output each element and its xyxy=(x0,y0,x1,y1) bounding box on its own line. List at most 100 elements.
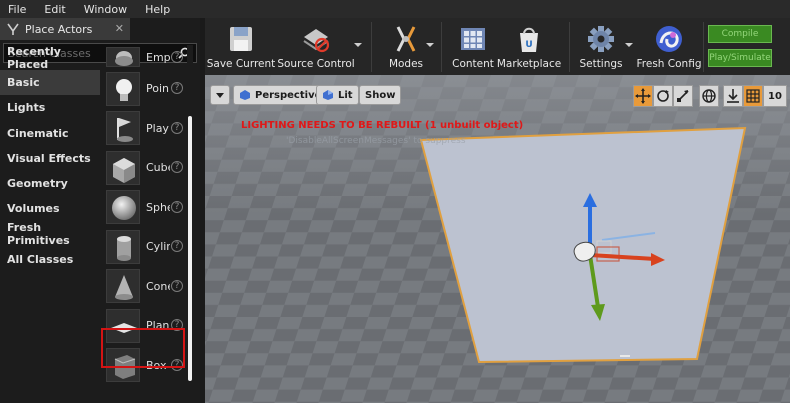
rotate-mode-button[interactable] xyxy=(653,85,673,107)
content-button[interactable]: Content xyxy=(449,18,497,75)
surface-snap-icon xyxy=(727,89,739,103)
category-recently-placed[interactable]: Recently Placed xyxy=(0,45,100,71)
actor-item-label: Play xyxy=(146,121,169,135)
help-icon[interactable]: ? xyxy=(171,161,183,173)
show-label: Show xyxy=(365,89,396,101)
marketplace-label: Marketplace xyxy=(496,58,562,70)
perspective-label: Perspective xyxy=(255,89,322,101)
actor-item-label: Emp xyxy=(146,50,170,64)
viewport-options-button[interactable] xyxy=(210,85,230,105)
globe-icon xyxy=(702,89,716,103)
actor-item-label: Poin xyxy=(146,82,169,96)
category-list: Recently Placed Basic Lights Cinematic V… xyxy=(0,45,100,272)
main-toolbar: Save Current Source Control Modes Conten… xyxy=(205,18,790,75)
actor-item-player-start[interactable]: Play ? xyxy=(101,109,187,149)
category-basic[interactable]: Basic xyxy=(0,70,100,96)
actor-item-empty[interactable]: Emp ? xyxy=(101,45,187,69)
content-label: Content xyxy=(452,58,494,70)
point-light-icon xyxy=(106,71,140,106)
actor-item-label: Cone xyxy=(146,279,170,293)
lit-button[interactable]: Lit xyxy=(316,85,359,105)
modes-button[interactable]: Modes xyxy=(381,18,434,75)
scale-mode-button[interactable] xyxy=(673,85,693,107)
world-space-button[interactable] xyxy=(699,85,719,107)
help-icon[interactable]: ? xyxy=(171,121,183,134)
actor-item-point-light[interactable]: Poin ? xyxy=(101,69,187,109)
level-viewport[interactable]: Perspective Lit Show 10 LIGHTING NEEDS T… xyxy=(205,75,790,403)
perspective-icon xyxy=(239,89,251,101)
help-icon[interactable]: ? xyxy=(171,82,183,94)
marketplace-icon: U xyxy=(513,23,545,55)
help-icon[interactable]: ? xyxy=(171,200,183,213)
category-fresh-primitives[interactable]: Fresh Primitives xyxy=(0,221,100,247)
menu-help[interactable]: Help xyxy=(145,3,170,16)
chevron-down-icon xyxy=(426,43,434,47)
actor-item-sphere[interactable]: Sphe ? xyxy=(101,188,187,228)
sphere-icon xyxy=(106,190,140,225)
player-start-icon xyxy=(106,111,140,146)
help-icon[interactable]: ? xyxy=(171,51,183,63)
category-geometry[interactable]: Geometry xyxy=(0,171,100,196)
modes-icon xyxy=(390,23,434,55)
cube-icon xyxy=(106,150,140,185)
compile-button[interactable]: Compile xyxy=(708,25,772,43)
surface-snap-button[interactable] xyxy=(723,85,743,107)
grid-size-value[interactable]: 10 xyxy=(763,85,787,107)
category-lights[interactable]: Lights xyxy=(0,95,100,120)
fresh-config-label: Fresh Config xyxy=(636,58,702,70)
modes-label: Modes xyxy=(388,58,424,70)
actor-item-label: Cylin xyxy=(146,240,170,254)
category-all-classes[interactable]: All Classes xyxy=(0,247,100,272)
menu-file[interactable]: File xyxy=(8,3,26,16)
help-icon[interactable]: ? xyxy=(171,240,183,252)
save-current-label: Save Current xyxy=(206,58,276,70)
category-volumes[interactable]: Volumes xyxy=(0,196,100,221)
source-control-label: Source Control xyxy=(277,58,355,70)
marketplace-button[interactable]: U Marketplace xyxy=(496,18,562,75)
tab-title: Place Actors xyxy=(25,22,93,36)
fresh-config-button[interactable]: Fresh Config xyxy=(636,18,702,75)
actor-item-label: Sphe xyxy=(146,200,170,214)
perspective-button[interactable]: Perspective xyxy=(233,85,328,105)
grid-icon xyxy=(746,89,760,103)
toolbar-divider xyxy=(441,22,442,72)
viewport-toolbar: Perspective Lit Show 10 xyxy=(205,81,790,107)
help-icon[interactable]: ? xyxy=(171,279,183,292)
save-current-button[interactable]: Save Current xyxy=(206,18,276,75)
actor-item-label: Cube xyxy=(146,161,170,175)
category-cinematic[interactable]: Cinematic xyxy=(0,121,100,146)
grid-snap-button[interactable] xyxy=(743,85,763,107)
plane-highlight-box xyxy=(101,328,185,368)
actor-list-scrollbar[interactable] xyxy=(188,116,192,381)
settings-button[interactable]: Settings xyxy=(579,18,633,75)
menu-edit[interactable]: Edit xyxy=(44,3,65,16)
menu-window[interactable]: Window xyxy=(84,3,127,16)
cone-icon xyxy=(106,269,140,304)
settings-label: Settings xyxy=(579,58,623,70)
toolbar-divider xyxy=(371,22,372,72)
transform-mode-group xyxy=(633,85,693,107)
actor-item-cylinder[interactable]: Cylin ? xyxy=(101,227,187,267)
chevron-down-icon xyxy=(354,43,362,47)
rotate-icon xyxy=(657,90,669,102)
place-actors-tab[interactable]: Place Actors ✕ xyxy=(0,18,130,40)
show-button[interactable]: Show xyxy=(359,85,402,105)
panel-tab-bar: Place Actors ✕ xyxy=(0,18,200,40)
category-visual-effects[interactable]: Visual Effects xyxy=(0,146,100,171)
scale-icon xyxy=(677,90,689,102)
actor-item-cube[interactable]: Cube ? xyxy=(101,148,187,188)
lit-label: Lit xyxy=(338,89,353,101)
snap-group: 10 xyxy=(723,85,787,107)
actor-item-cone[interactable]: Cone ? xyxy=(101,267,187,307)
menu-bar: File Edit Window Help xyxy=(0,0,790,18)
source-control-icon xyxy=(300,23,362,55)
cylinder-icon xyxy=(106,229,140,264)
place-actors-icon xyxy=(6,22,20,36)
lit-mode-icon xyxy=(322,89,334,101)
toolbar-divider xyxy=(569,22,570,72)
translate-mode-button[interactable] xyxy=(633,85,653,107)
play-simulate-button[interactable]: Play/Simulate xyxy=(708,49,772,67)
close-icon[interactable]: ✕ xyxy=(115,22,124,35)
coord-space-group xyxy=(699,85,719,107)
source-control-button[interactable]: Source Control xyxy=(277,18,362,75)
